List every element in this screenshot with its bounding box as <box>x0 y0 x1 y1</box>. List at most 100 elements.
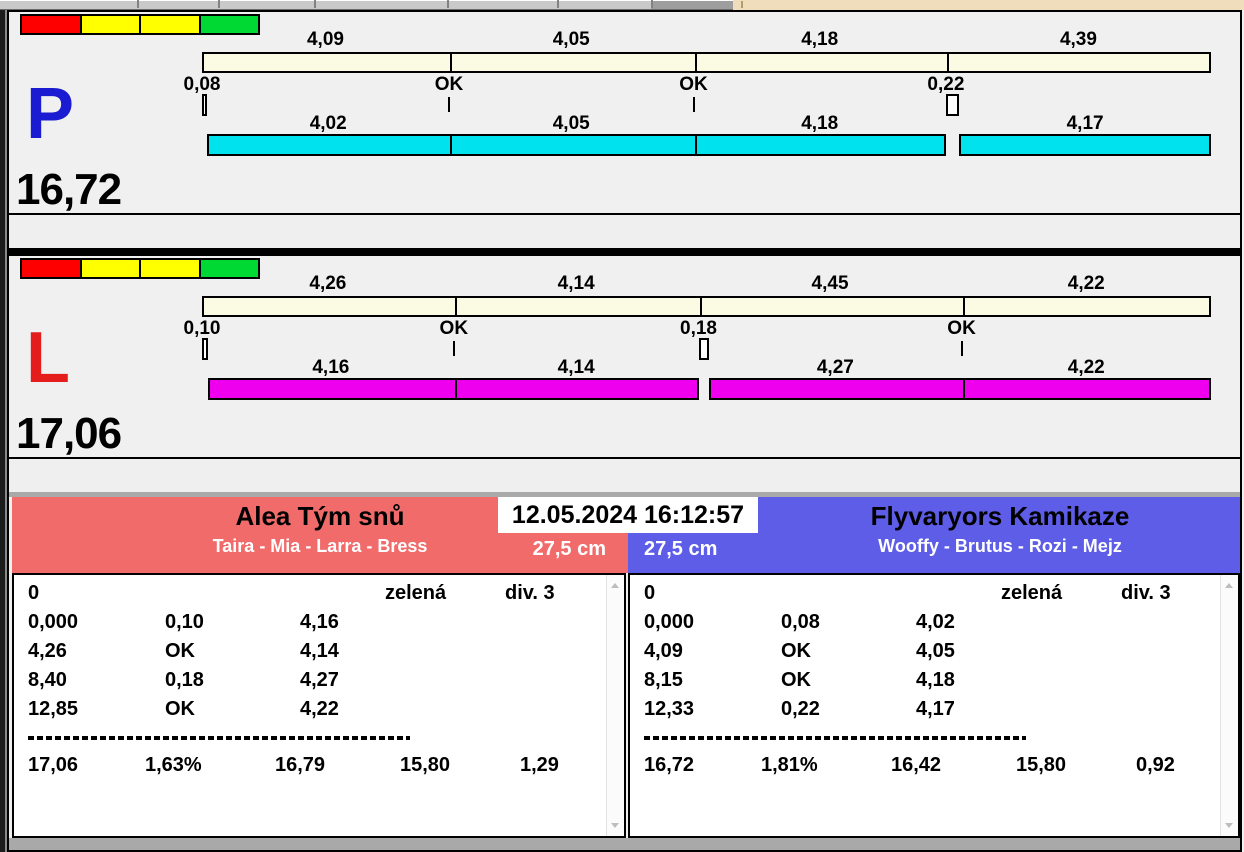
split-time-bar <box>202 296 1211 317</box>
toolbar-divider <box>218 0 220 8</box>
table-cell: 4,02 <box>916 611 955 633</box>
split-bar-divider <box>962 298 965 315</box>
change-gap-box <box>698 338 710 360</box>
run-time-bar <box>709 378 1211 400</box>
ok-pass-tick <box>960 341 963 356</box>
result-table-left: 0 zelená div. 3 0,000 0,10 4,16 4,26 OK 4,14 8,40… <box>12 573 626 838</box>
background-toolbar-segment <box>651 1 733 9</box>
run-bar-divider <box>694 136 697 154</box>
color-label: zelená <box>1001 582 1063 604</box>
table-cell: 0,18 <box>165 669 204 691</box>
table-cell: OK <box>781 669 811 691</box>
run-bar-divider <box>449 136 452 154</box>
lane-timing-bars: 4,26 4,14 4,45 4,22 0,10 OK 0,18 OK 4,16 4,14 4,27… <box>184 256 1211 416</box>
table-summary-cell: 16,42 <box>891 754 942 776</box>
table-cell: 4,09 <box>644 640 683 662</box>
change-time-value: 0,08 <box>183 74 221 95</box>
table-cell: 8,40 <box>28 669 67 691</box>
table-cell: 4,16 <box>300 611 339 633</box>
traffic-light-segment <box>79 16 139 33</box>
change-gap-box <box>202 338 208 360</box>
toolbar-divider <box>447 0 449 8</box>
split-bar-divider <box>454 298 457 315</box>
team-header-text-block: Flyvaryors Kamikaze Wooffy - Brutus - Ro… <box>760 501 1240 557</box>
table-summary-cell: 15,80 <box>400 754 451 776</box>
split-time-value: 4,05 <box>552 29 590 50</box>
lane-timing-bars: 4,09 4,05 4,18 4,39 0,08 OK OK 0,22 4,02 4,05 4,18… <box>184 12 1211 172</box>
split-bar-divider <box>694 54 697 71</box>
change-gap-box <box>202 94 207 116</box>
change-time-value: 0,18 <box>680 318 718 339</box>
change-time-value: OK <box>679 74 708 95</box>
color-label: zelená <box>385 582 447 604</box>
run-bar-divider <box>454 380 457 398</box>
run-time-value: 4,05 <box>552 113 590 134</box>
traffic-light-segment <box>139 260 199 277</box>
lane-footer-strip <box>9 457 1240 492</box>
background-toolbar <box>0 0 1244 10</box>
ok-pass-tick <box>452 341 455 356</box>
run-time-value: 4,02 <box>309 113 347 134</box>
run-time-bar <box>207 378 699 400</box>
background-toolbar-columns <box>0 1 733 10</box>
split-time-bar <box>202 52 1211 73</box>
split-time-value: 4,39 <box>1059 29 1097 50</box>
window-left-edge <box>0 10 7 852</box>
table-cell: 12,85 <box>28 698 79 720</box>
run-time-value: 4,22 <box>1067 357 1105 378</box>
run-time-value: 4,14 <box>557 357 595 378</box>
scroll-down-icon[interactable] <box>1221 817 1238 833</box>
table-summary-cell: 1,29 <box>520 754 559 776</box>
division-label: div. 3 <box>505 582 555 604</box>
scrollbar[interactable] <box>606 575 624 836</box>
table-separator <box>28 736 410 740</box>
split-time-value: 4,09 <box>306 29 344 50</box>
run-bar-divider <box>962 380 965 398</box>
change-time-value: OK <box>947 318 976 339</box>
split-bar-divider <box>699 298 702 315</box>
split-time-value: 4,45 <box>811 273 849 294</box>
split-time-value: 4,14 <box>557 273 595 294</box>
lane-total-time: 17,06 <box>16 409 122 458</box>
toolbar-divider <box>651 0 653 8</box>
change-gap-box <box>945 94 960 116</box>
table-cell: 8,15 <box>644 669 683 691</box>
scroll-down-icon[interactable] <box>607 817 624 833</box>
team-name: Flyvaryors Kamikaze <box>870 501 1130 531</box>
scrollbar[interactable] <box>1220 575 1238 836</box>
lane-letter: L <box>26 318 70 398</box>
table-summary-cell: 0,92 <box>1136 754 1175 776</box>
lane-separator-bar <box>9 247 1240 256</box>
table-cell: 0,10 <box>165 611 204 633</box>
table-separator <box>644 736 1026 740</box>
table-summary-cell: 17,06 <box>28 754 79 776</box>
run-time-value: 4,16 <box>312 357 350 378</box>
run-time-value: 4,17 <box>1066 113 1104 134</box>
table-cell: 4,27 <box>300 669 339 691</box>
table-cell: OK <box>165 698 195 720</box>
split-time-value: 4,18 <box>801 29 839 50</box>
scroll-up-icon[interactable] <box>607 578 624 594</box>
scroll-up-icon[interactable] <box>1221 578 1238 594</box>
run-time-value: 4,27 <box>816 357 854 378</box>
datetime-display: 12.05.2024 16:12:57 <box>498 497 758 533</box>
division-label: div. 3 <box>1121 582 1171 604</box>
lane-letter: P <box>26 74 75 154</box>
background-window-tick <box>741 1 743 8</box>
toolbar-divider <box>137 0 139 8</box>
jump-height-label: 27,5 cm <box>644 538 718 560</box>
split-bar-divider <box>449 54 452 71</box>
heat-number: 0 <box>28 582 40 604</box>
table-cell: 12,33 <box>644 698 695 720</box>
table-summary-cell: 1,81% <box>761 754 818 776</box>
table-summary-cell: 16,72 <box>644 754 695 776</box>
toolbar-divider <box>557 0 559 8</box>
change-time-value: 0,10 <box>183 318 221 339</box>
split-bar-divider <box>946 54 949 71</box>
split-time-value: 4,22 <box>1067 273 1105 294</box>
table-cell: 4,22 <box>300 698 339 720</box>
jump-height-label: 27,5 cm <box>532 538 606 560</box>
table-summary-cell: 16,79 <box>275 754 326 776</box>
lane-footer-strip <box>9 213 1240 248</box>
split-time-value: 4,26 <box>309 273 347 294</box>
